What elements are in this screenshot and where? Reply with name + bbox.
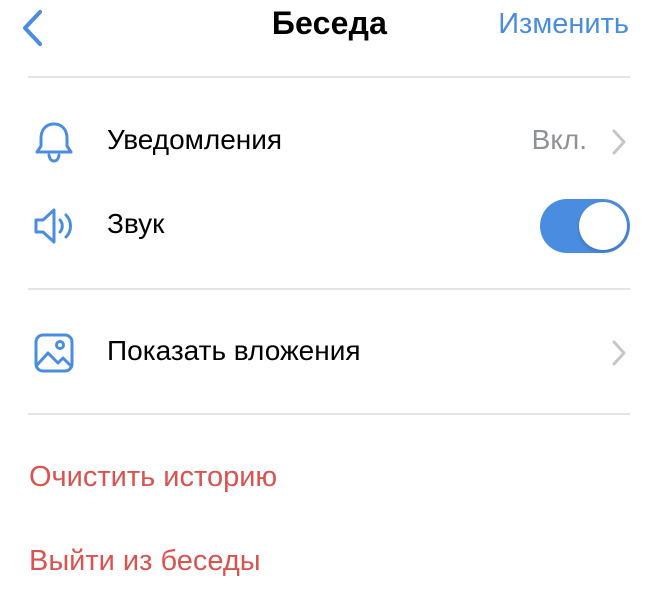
notifications-row[interactable]: Уведомления Вкл. (0, 107, 659, 177)
show-attachments-row[interactable]: Показать вложения (0, 318, 659, 388)
divider (28, 288, 630, 290)
sound-toggle[interactable] (540, 199, 630, 253)
navigation-bar: Беседа Изменить (0, 0, 659, 76)
divider (28, 413, 630, 415)
chevron-right-icon (612, 340, 626, 366)
leave-chat-button[interactable]: Выйти из беседы (29, 545, 261, 578)
show-attachments-label: Показать вложения (107, 335, 361, 366)
notifications-value: Вкл. (531, 124, 587, 155)
chat-settings-screen: Беседа Изменить Уведомления Вкл. Звук По… (0, 0, 659, 614)
edit-button[interactable]: Изменить (498, 8, 629, 41)
bell-icon (35, 122, 73, 163)
image-icon (34, 333, 74, 373)
speaker-icon (34, 208, 72, 244)
divider (28, 76, 630, 78)
sound-label: Звук (107, 208, 165, 239)
chevron-right-icon (612, 129, 626, 155)
toggle-knob (579, 202, 627, 250)
sound-row: Звук (0, 191, 659, 261)
notifications-label: Уведомления (107, 124, 283, 155)
clear-history-button[interactable]: Очистить историю (29, 461, 277, 494)
